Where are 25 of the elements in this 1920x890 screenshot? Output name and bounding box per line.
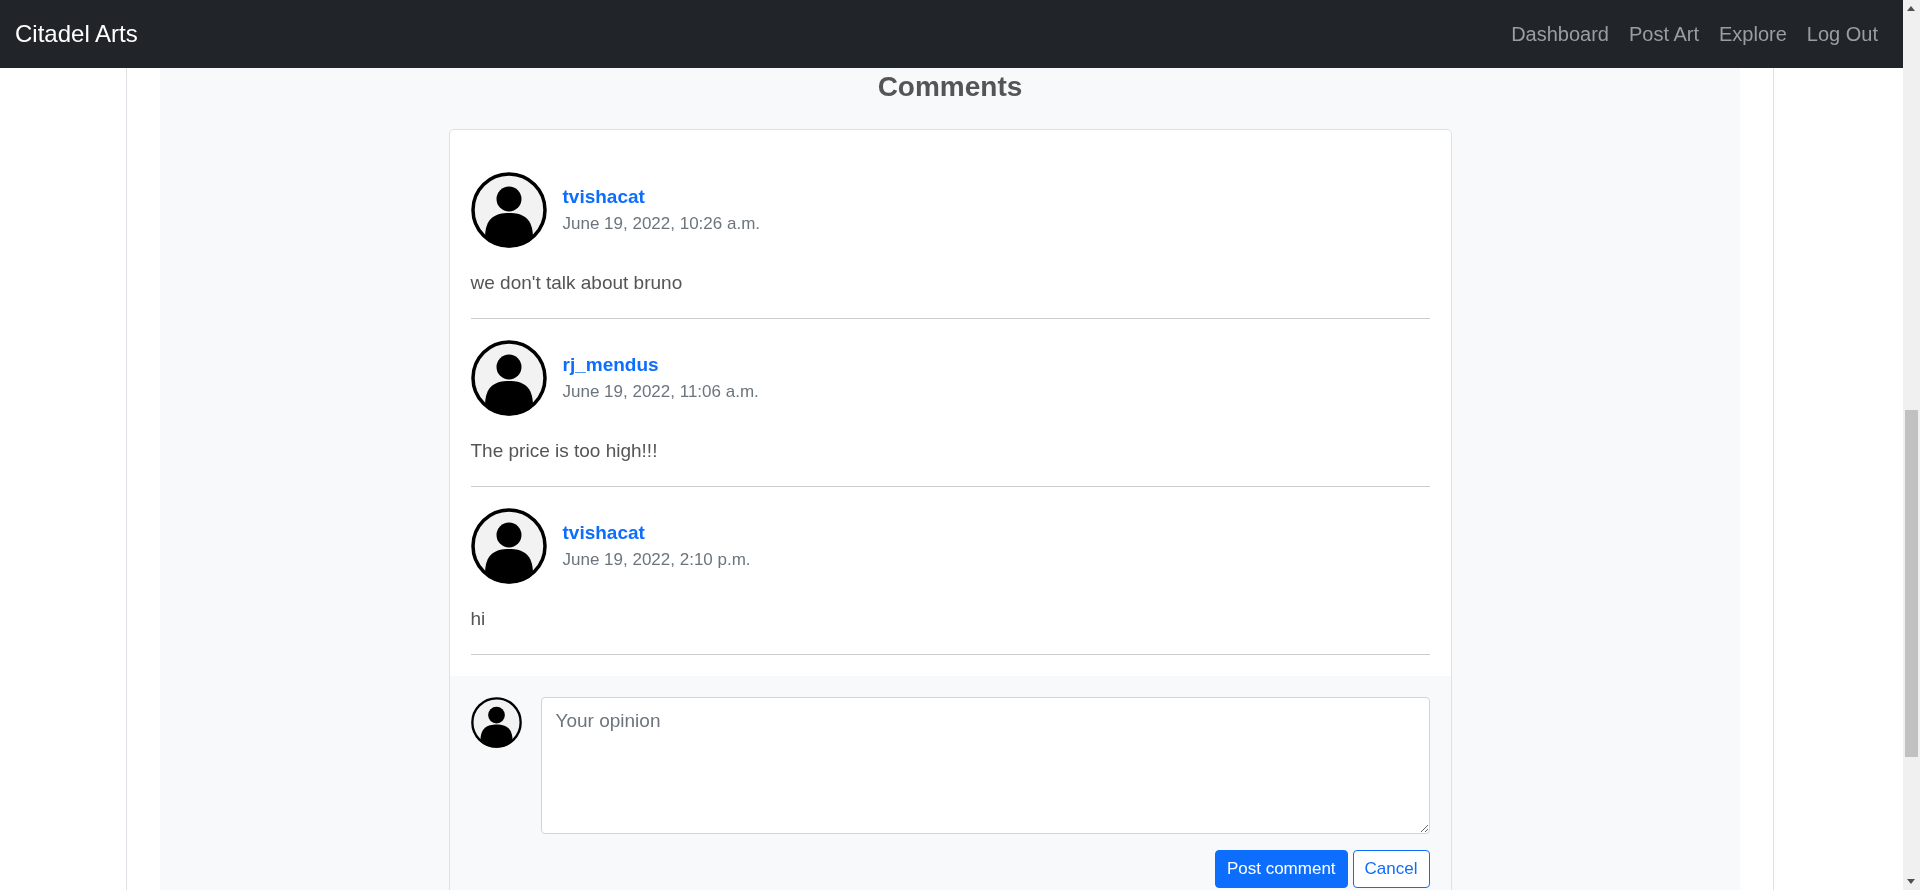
comment-text: hi — [470, 607, 487, 631]
comment-date: June 19, 2022, 2:10 p.m. — [562, 550, 751, 570]
nav-link[interactable]: Dashboard — [1501, 14, 1619, 54]
comment-field[interactable]: Your opinion — [540, 697, 1430, 834]
avatar-icon — [470, 697, 522, 748]
nav-link[interactable]: Explore — [1709, 14, 1797, 54]
author-link[interactable]: tvishacat — [562, 186, 761, 208]
comment-date: June 19, 2022, 10:26 a.m. — [562, 214, 761, 234]
cancel-button[interactable]: Cancel — [1352, 850, 1430, 888]
section-heading: Comments — [876, 70, 1024, 104]
author-link[interactable]: tvishacat — [562, 522, 751, 544]
avatar-icon — [470, 172, 547, 248]
post-button[interactable]: Post comment — [1214, 850, 1348, 888]
avatar-icon — [470, 340, 547, 416]
comment-text: we don't talk about bruno — [470, 271, 684, 295]
nav-link[interactable]: Post Art — [1619, 14, 1709, 54]
scroll-up-icon[interactable] — [1907, 6, 1915, 11]
comment-date: June 19, 2022, 11:06 a.m. — [562, 382, 759, 402]
author-link[interactable]: rj_mendus — [562, 354, 759, 376]
avatar-icon — [470, 508, 547, 584]
scroll-down-icon[interactable] — [1907, 879, 1915, 884]
scrollbar-thumb[interactable] — [1905, 410, 1918, 757]
nav-link[interactable]: Log Out — [1796, 14, 1888, 54]
comment-text: The price is too high!!! — [470, 439, 659, 463]
brand-link[interactable]: Citadel Arts — [15, 20, 138, 48]
